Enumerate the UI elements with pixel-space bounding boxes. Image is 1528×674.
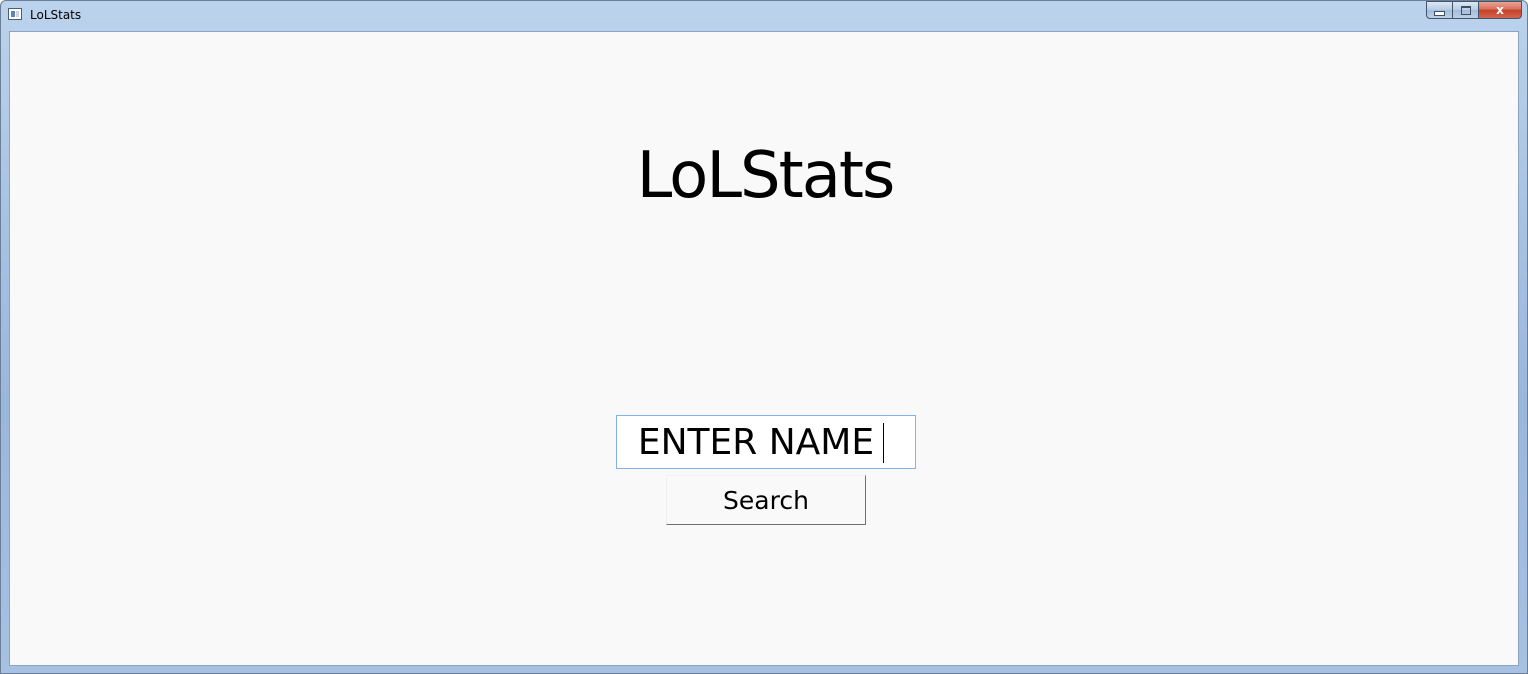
page-title: LoLStats bbox=[636, 139, 896, 213]
text-caret bbox=[883, 423, 884, 463]
name-input[interactable] bbox=[616, 415, 916, 469]
search-button[interactable]: Search bbox=[666, 475, 866, 525]
maximize-button[interactable] bbox=[1452, 1, 1478, 19]
minimize-icon bbox=[1434, 10, 1445, 16]
app-window: LoLStats x LoLStats Search bbox=[0, 0, 1528, 674]
maximize-icon bbox=[1460, 5, 1471, 15]
app-window-icon[interactable] bbox=[8, 8, 22, 20]
window-title: LoLStats bbox=[30, 8, 82, 22]
close-button[interactable]: x bbox=[1478, 1, 1522, 19]
minimize-button[interactable] bbox=[1426, 1, 1452, 19]
close-icon: x bbox=[1496, 3, 1504, 17]
caption-buttons: x bbox=[1426, 1, 1522, 20]
title-bar[interactable]: LoLStats x bbox=[1, 1, 1527, 30]
main-content: LoLStats Search bbox=[9, 31, 1519, 666]
